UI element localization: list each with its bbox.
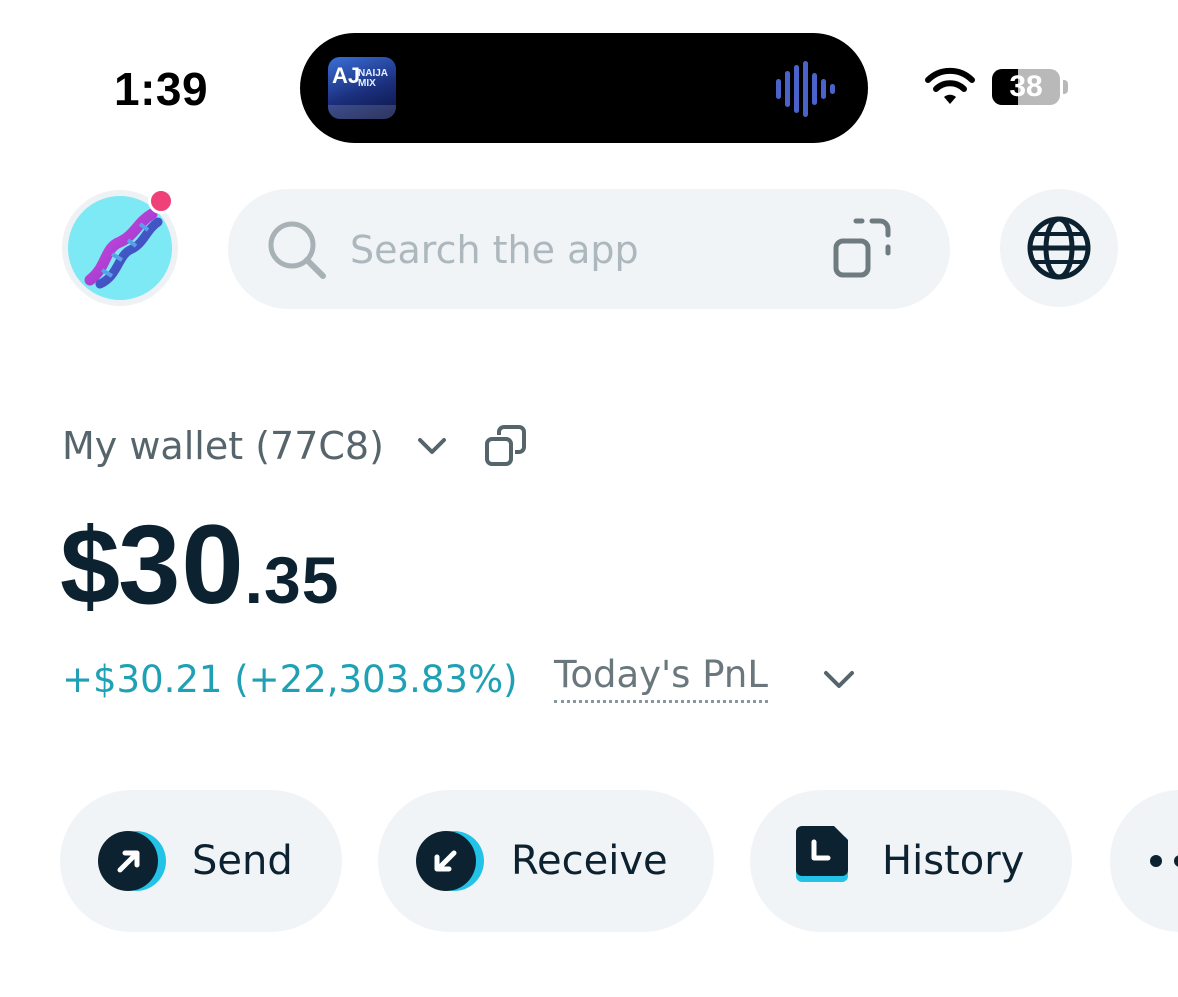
more-dots-icon (1150, 855, 1178, 867)
artwork-text: AJ (332, 63, 361, 88)
balance-integer: 30 (118, 502, 245, 627)
now-playing-artwork: AJ NAIJA MIX (328, 57, 396, 119)
battery-percent: 38 (1009, 70, 1043, 103)
history-button[interactable]: History (750, 790, 1072, 932)
search-bar[interactable] (228, 189, 950, 309)
history-label: History (882, 838, 1025, 884)
wifi-icon (925, 67, 975, 104)
send-label: Send (192, 838, 293, 884)
receive-button[interactable]: Receive (378, 790, 714, 932)
wallet-balance: $30.35 (60, 500, 339, 630)
dynamic-island[interactable]: AJ NAIJA MIX (300, 33, 868, 143)
pnl-row: +$30.21 (+22,303.83%) Today's PnL (62, 650, 768, 710)
language-button[interactable] (1000, 189, 1118, 307)
receive-label: Receive (511, 838, 668, 884)
pnl-value: +$30.21 (+22,303.83%) (62, 658, 518, 701)
balance-decimal: .35 (244, 543, 340, 617)
more-actions-button[interactable] (1110, 790, 1178, 932)
send-arrow-icon (98, 831, 166, 891)
chevron-down-icon[interactable] (414, 428, 450, 464)
wallet-selector[interactable]: My wallet (77C8) (62, 418, 384, 474)
status-time: 1:39 (114, 63, 209, 115)
send-button[interactable]: Send (60, 790, 342, 932)
wallet-home-screen: 1:39 AJ NAIJA MIX 38 Search the app My w… (0, 0, 1178, 997)
battery-tip (1063, 80, 1068, 94)
scan-icon[interactable] (832, 217, 894, 279)
artwork-subtext: NAIJA MIX (358, 68, 388, 89)
copy-icon[interactable] (484, 424, 528, 468)
search-icon (268, 221, 326, 279)
history-icon (796, 826, 848, 882)
globe-icon (1027, 216, 1091, 280)
pnl-period-label[interactable]: Today's PnL (554, 650, 768, 703)
audio-waveform-icon (776, 61, 835, 117)
balance-currency: $ (60, 505, 120, 626)
receive-arrow-icon (416, 831, 484, 891)
search-input[interactable] (348, 213, 822, 287)
notification-dot (148, 188, 174, 214)
artwork-band (328, 105, 396, 119)
battery-indicator: 38 (992, 69, 1060, 105)
pnl-period-chevron-icon[interactable] (820, 660, 858, 698)
